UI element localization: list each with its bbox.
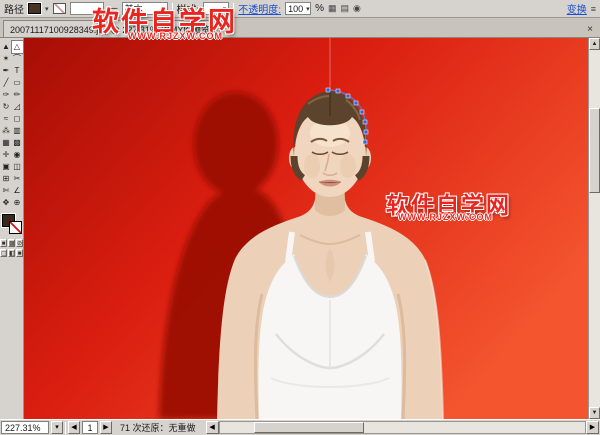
dash-icon: — xyxy=(108,3,118,14)
transform-link[interactable]: 变换 xyxy=(567,1,587,16)
chevron-down-icon: ▾ xyxy=(97,5,101,13)
tool-direct-selection[interactable]: △ xyxy=(12,41,23,53)
options-bar: 路径 ▾ ▾ — 基本 ▾ 样式: ▾ 不透明度: 100 ▾ % ▦ ▤ ◉ … xyxy=(0,0,600,18)
style-select[interactable]: ▾ xyxy=(203,2,229,15)
tool-palette: ▲△✶⌒✒T╱▭✑✏↻◿≈◻⁂▥▦▩✛◉▣◫⊞✂✄∠✥⊕ ■▩⊘ ▢◧■ xyxy=(0,38,24,419)
tool-blend[interactable]: ◉ xyxy=(12,149,23,161)
screen-mode-row: ▢◧■ xyxy=(0,249,23,257)
tool-live-paint-selection[interactable]: ◫ xyxy=(12,161,23,173)
stroke-swatch[interactable] xyxy=(53,3,66,14)
opacity-value: 100 xyxy=(288,4,303,14)
opacity-link[interactable]: 不透明度: xyxy=(238,1,281,16)
tool-gradient[interactable]: ▩ xyxy=(12,137,23,149)
tool-magic-wand[interactable]: ✶ xyxy=(1,53,12,65)
appearance-select[interactable]: 基本 ▾ xyxy=(122,2,168,15)
zoom-dropdown-icon[interactable]: ▾ xyxy=(51,421,63,434)
scroll-down-icon[interactable]: ▼ xyxy=(589,407,600,419)
page-number-input[interactable]: 1 xyxy=(82,421,98,434)
color-mode-button[interactable]: ■ xyxy=(0,239,7,247)
context-label: 路径 xyxy=(4,1,24,16)
tool-hand[interactable]: ✥ xyxy=(1,197,12,209)
tab-bar: 20071117100928349.jpg @ 227.31% (CMYK/预览… xyxy=(0,18,600,38)
opacity-unit: % xyxy=(315,3,324,14)
status-message: 71 次还原：无重做 xyxy=(120,421,196,434)
tool-selection[interactable]: ▲ xyxy=(1,41,12,53)
tool-live-paint[interactable]: ▣ xyxy=(1,161,12,173)
columns-icon[interactable]: ▤ xyxy=(341,3,350,14)
tool-rectangle[interactable]: ▭ xyxy=(12,77,23,89)
tool-eyedropper[interactable]: ✛ xyxy=(1,149,12,161)
screen-full-button[interactable]: ■ xyxy=(16,249,23,257)
artwork-woman-illustration xyxy=(24,38,588,419)
tool-lasso[interactable]: ⌒ xyxy=(12,53,23,65)
tool-slice[interactable]: ✂ xyxy=(12,173,23,185)
gradient-mode-button[interactable]: ▩ xyxy=(8,239,15,247)
chevron-down-icon: ▾ xyxy=(306,5,310,13)
zoom-value: 227.31% xyxy=(5,423,41,433)
horizontal-scroll-track[interactable] xyxy=(219,421,586,434)
tool-mesh[interactable]: ▦ xyxy=(1,137,12,149)
tool-crop[interactable]: ⊞ xyxy=(1,173,12,185)
horizontal-scroll-thumb[interactable] xyxy=(254,422,364,433)
tool-warp[interactable]: ≈ xyxy=(1,113,12,125)
chevron-down-icon: ▾ xyxy=(223,5,227,13)
tool-line[interactable]: ╱ xyxy=(1,77,12,89)
vertical-scroll-track[interactable] xyxy=(589,50,600,407)
tool-paintbrush[interactable]: ✑ xyxy=(1,89,12,101)
opacity-input[interactable]: 100 ▾ xyxy=(285,2,311,15)
separator xyxy=(233,3,234,15)
tool-pen[interactable]: ✒ xyxy=(1,65,12,77)
chevron-down-icon: ▾ xyxy=(161,5,165,13)
grid-icon[interactable]: ▦ xyxy=(328,3,337,14)
tool-type[interactable]: T xyxy=(12,65,23,77)
tool-symbol-sprayer[interactable]: ⁂ xyxy=(1,125,12,137)
tool-pencil[interactable]: ✏ xyxy=(12,89,23,101)
none-mode-button[interactable]: ⊘ xyxy=(16,239,23,247)
next-page-icon[interactable]: ▶ xyxy=(100,421,112,434)
stroke-proxy-swatch[interactable] xyxy=(9,221,22,234)
scroll-left-icon[interactable]: ◀ xyxy=(206,421,219,434)
status-bar: 227.31% ▾ ◀ 1 ▶ 71 次还原：无重做 ◀ ▶ xyxy=(0,419,600,435)
tool-zoom[interactable]: ⊕ xyxy=(12,197,23,209)
main-area: ▲△✶⌒✒T╱▭✑✏↻◿≈◻⁂▥▦▩✛◉▣◫⊞✂✄∠✥⊕ ■▩⊘ ▢◧■ xyxy=(0,38,600,419)
menu-icon[interactable]: ≡ xyxy=(591,4,596,14)
scroll-right-icon[interactable]: ▶ xyxy=(586,421,599,434)
appearance-value: 基本 xyxy=(125,2,143,15)
vertical-scroll-thumb[interactable] xyxy=(589,108,600,193)
fill-stroke-control xyxy=(2,214,22,234)
document-title: 20071117100928349.jpg @ 227.31% (CMYK/预览… xyxy=(10,25,213,35)
separator xyxy=(65,422,66,434)
screen-standard-button[interactable]: ▢ xyxy=(0,249,7,257)
zoom-level-input[interactable]: 227.31% xyxy=(1,421,49,434)
fill-color-swatch[interactable] xyxy=(28,3,41,14)
paint-mode-row: ■▩⊘ xyxy=(0,239,23,247)
screen-menu-button[interactable]: ◧ xyxy=(8,249,15,257)
tool-measure[interactable]: ∠ xyxy=(12,185,23,197)
chevron-down-icon[interactable]: ▾ xyxy=(45,5,49,13)
scroll-up-icon[interactable]: ▲ xyxy=(589,38,600,50)
page-number-value: 1 xyxy=(87,423,92,433)
tool-free-transform[interactable]: ◻ xyxy=(12,113,23,125)
target-icon[interactable]: ◉ xyxy=(353,3,361,14)
vertical-scrollbar[interactable]: ▲ ▼ xyxy=(588,38,600,419)
prev-page-icon[interactable]: ◀ xyxy=(68,421,80,434)
tools-grid: ▲△✶⌒✒T╱▭✑✏↻◿≈◻⁂▥▦▩✛◉▣◫⊞✂✄∠✥⊕ xyxy=(1,41,23,209)
stroke-weight-select[interactable]: ▾ xyxy=(70,2,104,15)
tool-scissors[interactable]: ✄ xyxy=(1,185,12,197)
canvas[interactable] xyxy=(24,38,588,419)
tool-rotate[interactable]: ↻ xyxy=(1,101,12,113)
tool-graph[interactable]: ▥ xyxy=(12,125,23,137)
horizontal-scrollbar[interactable]: ◀ ▶ xyxy=(206,421,599,434)
separator xyxy=(172,3,173,15)
close-icon[interactable]: × xyxy=(583,24,597,37)
tool-scale[interactable]: ◿ xyxy=(12,101,23,113)
style-label: 样式: xyxy=(177,1,200,16)
document-tab[interactable]: 20071117100928349.jpg @ 227.31% (CMYK/预览… xyxy=(3,20,220,37)
